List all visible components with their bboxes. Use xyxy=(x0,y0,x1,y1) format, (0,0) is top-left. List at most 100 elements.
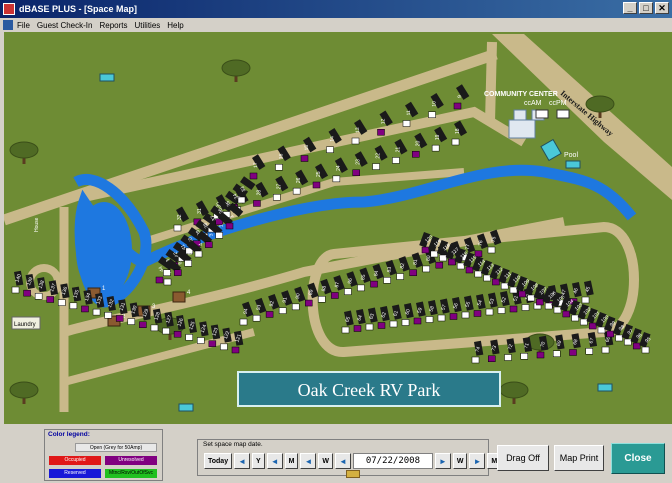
lot-status-box[interactable] xyxy=(569,349,577,356)
lot-status-box[interactable] xyxy=(104,312,112,319)
lot-status-box[interactable] xyxy=(483,274,491,282)
lot-status-box[interactable] xyxy=(449,313,458,320)
lot-status-box[interactable] xyxy=(81,305,89,313)
lot-status-box[interactable] xyxy=(536,351,545,359)
prev-day-button[interactable]: ◄ xyxy=(335,453,351,469)
lot-status-box[interactable] xyxy=(601,346,610,354)
menu-reports[interactable]: Reports xyxy=(99,21,127,30)
lot-status-box[interactable] xyxy=(194,250,203,258)
lot-status-box[interactable] xyxy=(485,308,494,316)
lot-status-box[interactable] xyxy=(184,260,192,267)
lot-status-box[interactable] xyxy=(624,338,632,346)
lot-status-box[interactable] xyxy=(34,293,43,300)
lot-status-box[interactable] xyxy=(69,302,78,310)
lot-status-box[interactable] xyxy=(231,346,240,354)
lot-status-box[interactable] xyxy=(520,353,528,360)
minimize-button[interactable]: _ xyxy=(623,2,637,14)
lot-status-box[interactable] xyxy=(553,350,561,357)
calendar-icon[interactable] xyxy=(346,470,360,478)
lot-status-box[interactable] xyxy=(305,299,313,307)
lot-status-box[interactable] xyxy=(275,164,283,171)
drag-off-button[interactable]: Drag Off xyxy=(497,445,549,471)
lot-status-box[interactable] xyxy=(474,270,483,278)
lot-status-box[interactable] xyxy=(597,326,606,334)
lot-status-box[interactable] xyxy=(383,277,391,284)
lot-status-box[interactable] xyxy=(273,194,281,201)
lot-status-box[interactable] xyxy=(509,305,518,313)
lot-status-box[interactable] xyxy=(155,276,164,284)
lot-status-box[interactable] xyxy=(92,308,101,316)
lot-status-box[interactable] xyxy=(632,342,641,350)
menu-utilities[interactable]: Utilities xyxy=(134,21,160,30)
cc-am-slot[interactable] xyxy=(535,109,549,119)
lot-status-box[interactable] xyxy=(527,294,535,302)
lot-status-box[interactable] xyxy=(451,138,460,146)
lot-status-box[interactable] xyxy=(23,289,31,297)
lot-status-box[interactable] xyxy=(497,307,506,314)
lot-status-box[interactable] xyxy=(352,169,360,176)
lot-status-box[interactable] xyxy=(370,280,378,288)
close-button[interactable]: Close xyxy=(611,443,665,474)
lot-status-box[interactable] xyxy=(392,157,400,164)
lot-status-box[interactable] xyxy=(351,137,360,145)
lot-status-box[interactable] xyxy=(353,325,362,332)
lot-status-box[interactable] xyxy=(173,330,182,338)
lot-status-box[interactable] xyxy=(615,334,623,342)
lot-status-box[interactable] xyxy=(205,241,213,248)
lot-status-box[interactable] xyxy=(197,337,205,344)
menu-guest-check-in[interactable]: Guest Check-In xyxy=(37,21,93,30)
lot-status-box[interactable] xyxy=(341,326,350,334)
lot-status-box[interactable] xyxy=(544,302,553,310)
lot-status-box[interactable] xyxy=(208,340,217,347)
lot-status-box[interactable] xyxy=(413,317,422,325)
lot-status-box[interactable] xyxy=(292,187,301,195)
lot-status-box[interactable] xyxy=(278,307,287,314)
lot-status-box[interactable] xyxy=(291,303,300,311)
lot-status-box[interactable] xyxy=(428,111,436,118)
lot-status-box[interactable] xyxy=(326,146,334,153)
lot-status-box[interactable] xyxy=(448,258,456,266)
lot-status-box[interactable] xyxy=(402,120,411,127)
cc-pm-slot[interactable] xyxy=(556,109,570,119)
lot-status-box[interactable] xyxy=(372,163,380,170)
prev-week-button[interactable]: ◄ xyxy=(300,453,317,469)
lot-status-box[interactable] xyxy=(331,292,339,299)
lot-status-box[interactable] xyxy=(185,334,193,341)
lot-status-box[interactable] xyxy=(553,306,562,314)
lot-status-box[interactable] xyxy=(518,290,527,298)
lot-status-box[interactable] xyxy=(265,311,274,318)
lot-status-box[interactable] xyxy=(237,196,246,204)
lot-status-box[interactable] xyxy=(439,254,447,262)
lot-status-box[interactable] xyxy=(461,311,470,319)
lot-status-box[interactable] xyxy=(312,181,321,189)
lot-status-box[interactable] xyxy=(377,129,385,136)
lot-status-box[interactable] xyxy=(580,318,588,326)
cabin-icon[interactable] xyxy=(172,291,186,303)
lot-status-box[interactable] xyxy=(571,314,579,322)
lot-status-box[interactable] xyxy=(509,286,518,294)
lot-status-box[interactable] xyxy=(453,102,462,110)
menu-file[interactable]: File xyxy=(17,21,30,30)
lot-status-box[interactable] xyxy=(220,343,228,351)
lot-status-box[interactable] xyxy=(115,315,124,322)
date-input[interactable]: 07/22/2008 xyxy=(352,453,433,469)
lot-status-box[interactable] xyxy=(521,304,530,311)
menu-help[interactable]: Help xyxy=(167,21,183,30)
lot-status-box[interactable] xyxy=(162,327,170,335)
lot-status-box[interactable] xyxy=(581,296,590,304)
lot-status-box[interactable] xyxy=(332,175,341,183)
lot-status-box[interactable] xyxy=(585,348,593,355)
lot-status-box[interactable] xyxy=(500,282,509,290)
lot-status-box[interactable] xyxy=(465,266,474,274)
lot-status-box[interactable] xyxy=(46,296,54,303)
lot-status-box[interactable] xyxy=(389,320,398,328)
lot-status-box[interactable] xyxy=(163,278,172,286)
maximize-button[interactable]: □ xyxy=(639,2,653,14)
lot-status-box[interactable] xyxy=(504,354,512,361)
lot-status-box[interactable] xyxy=(150,324,159,332)
lot-status-box[interactable] xyxy=(396,273,404,280)
lot-status-box[interactable] xyxy=(357,284,365,292)
lot-status-box[interactable] xyxy=(318,296,326,303)
lot-status-box[interactable] xyxy=(239,318,248,326)
lot-status-box[interactable] xyxy=(215,232,223,239)
